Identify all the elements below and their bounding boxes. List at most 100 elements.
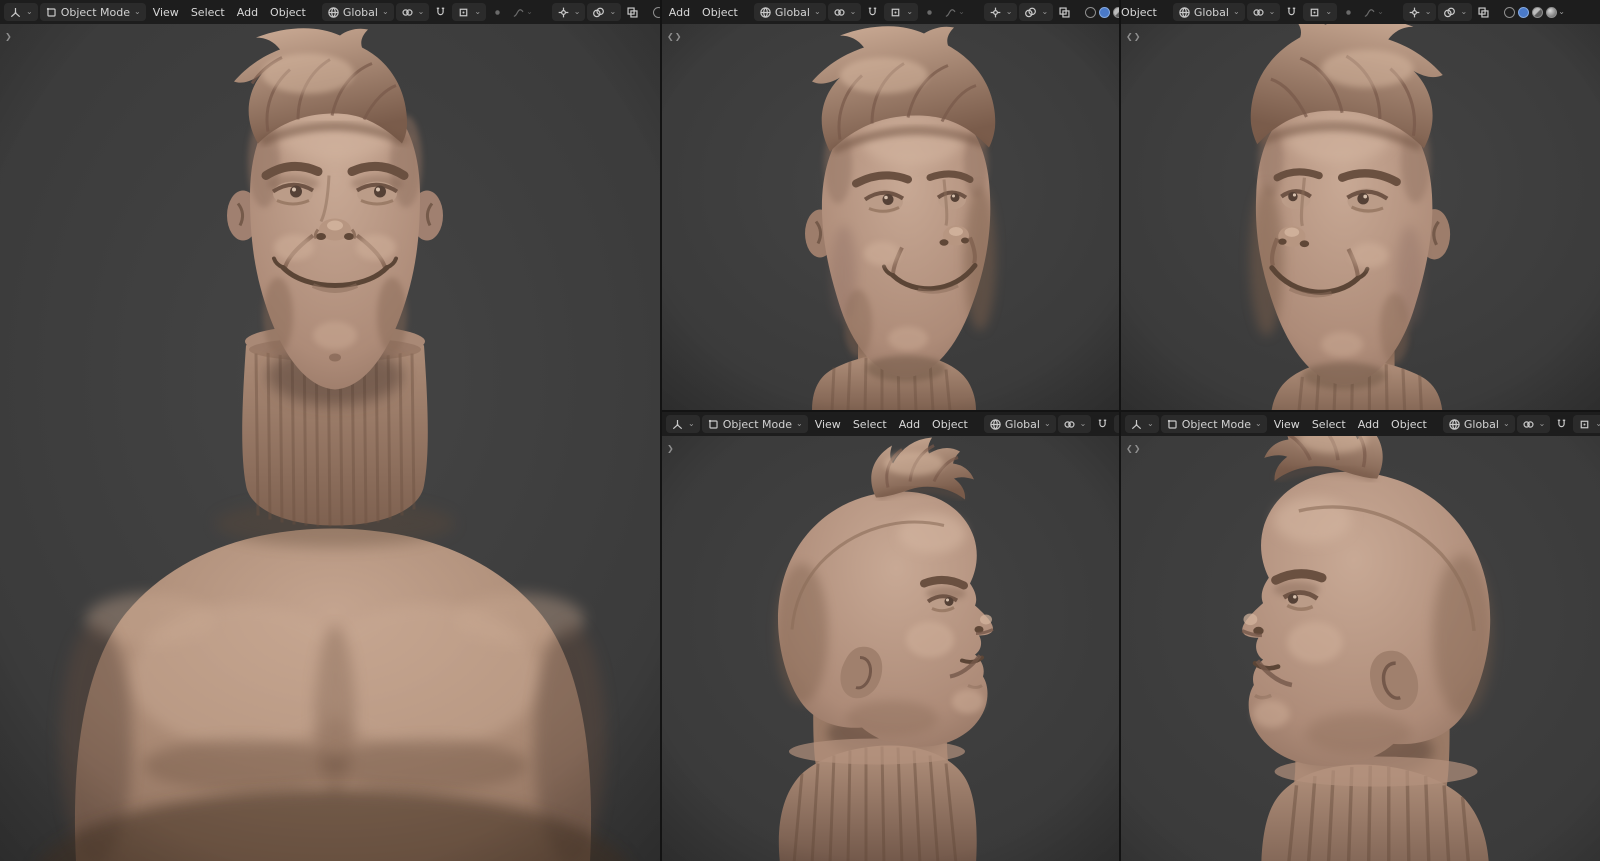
editor-type-button[interactable]: ⌄ [1125,415,1159,433]
pivot-point-icon [834,8,845,16]
menu-object[interactable]: Object [1386,416,1432,433]
viewport-shading-group: ⌄ [1501,6,1565,18]
toggle-xray-button[interactable] [623,4,642,21]
proportional-editing-toggle[interactable] [1339,4,1358,21]
transform-orientation-dropdown[interactable]: Global ⌄ [1172,3,1245,21]
snap-toggle[interactable] [863,4,882,21]
pivot-point-dropdown[interactable]: ⌄ [1246,3,1281,21]
editor-type-button[interactable]: ⌄ [666,415,700,433]
chevron-down-icon: ⌄ [474,7,482,16]
snap-settings-dropdown[interactable]: ⌄ [1303,3,1338,21]
editor-type-button[interactable]: ⌄ [4,3,38,21]
viewport-profile-right[interactable]: ❯ [662,436,1119,861]
pivot-point-dropdown[interactable]: ⌄ [827,3,862,21]
mode-dropdown[interactable]: Object Mode ⌄ [39,3,146,21]
region-expand-icon[interactable]: ❮❯ [667,32,682,41]
shading-rendered-button[interactable] [1546,6,1558,18]
proportional-editing-icon [927,9,932,15]
pivot-point-dropdown[interactable]: ⌄ [1516,415,1551,433]
transform-orientation-dropdown[interactable]: Global ⌄ [321,3,394,21]
orientation-label: Global [342,5,378,19]
viewport-profile-left[interactable]: ❮❯ [1121,436,1600,861]
area-front: ⌄ Object Mode ⌄ View Select Add Object G… [0,0,662,861]
menu-add[interactable]: Add [232,4,263,21]
sculpt-container [662,24,1119,410]
orientation-label: Global [1463,417,1499,431]
viewport-front[interactable]: ❯ [0,24,660,861]
chevron-down-icon: ⌄ [573,7,581,16]
viewport-header-profile-b: ⌄ Object Mode ⌄ View Select Add Object G… [1121,412,1600,436]
chevron-down-icon: ⌄ [1595,419,1600,428]
snap-magnet-icon [1099,419,1107,427]
region-expand-icon[interactable]: ❯ [5,32,13,41]
mode-label: Object Mode [60,5,130,19]
toggle-xray-button[interactable] [1055,4,1074,21]
proportional-editing-toggle[interactable] [920,4,939,21]
proportional-falloff-dropdown[interactable]: ⌄ [509,4,536,21]
sculpt-profile-view[interactable] [662,436,1119,861]
pivot-point-dropdown[interactable]: ⌄ [1057,415,1092,433]
show-overlays-dropdown[interactable]: ⌄ [1438,3,1473,21]
menu-add[interactable]: Add [664,4,695,21]
shading-wireframe-button[interactable] [1504,6,1516,18]
menu-add[interactable]: Add [894,416,925,433]
menu-select[interactable]: Select [848,416,892,433]
menu-object[interactable]: Object [697,4,743,21]
shading-solid-button[interactable] [1099,6,1111,18]
snap-settings-dropdown[interactable]: ⌄ [1114,415,1119,433]
shading-material-button[interactable] [1532,6,1544,18]
proportional-falloff-icon [945,8,956,17]
snap-toggle[interactable] [1282,4,1301,21]
shading-solid-button[interactable] [1518,6,1530,18]
menu-select[interactable]: Select [1307,416,1351,433]
show-overlays-dropdown[interactable]: ⌄ [1019,3,1054,21]
shading-material-button[interactable] [1113,6,1119,18]
region-expand-icon[interactable]: ❯ [667,444,675,453]
menu-view[interactable]: View [810,416,846,433]
mode-dropdown[interactable]: Object Mode ⌄ [1160,415,1267,433]
chevron-down-icon: ⌄ [609,7,617,16]
menu-add[interactable]: Add [1353,416,1384,433]
show-gizmo-dropdown[interactable]: ⌄ [983,3,1018,21]
transform-orientation-dropdown[interactable]: Global ⌄ [983,415,1056,433]
viewport-three-quarter-left[interactable]: ❮❯ [1121,24,1600,410]
snap-settings-dropdown[interactable]: ⌄ [1573,415,1600,433]
proportional-falloff-dropdown[interactable]: ⌄ [941,4,968,21]
snap-settings-dropdown[interactable]: ⌄ [452,3,487,21]
snap-toggle[interactable] [1093,416,1112,433]
menu-object[interactable]: Object [927,416,973,433]
show-gizmo-icon [558,7,569,17]
sculpt-front-view[interactable] [0,24,660,861]
snap-magnet-icon [437,7,445,15]
shading-wireframe-button[interactable] [653,6,660,18]
sculpt-profile-view[interactable] [1121,436,1600,861]
area-profile-b: ⌄ Object Mode ⌄ View Select Add Object G… [1121,412,1600,861]
sculpt-three-quarter-view[interactable] [1121,24,1600,410]
snap-toggle[interactable] [431,4,450,21]
proportional-editing-icon [1346,9,1351,15]
viewport-shading-group: ⌄ [1082,6,1119,18]
menu-object[interactable]: Object [265,4,311,21]
show-gizmo-dropdown[interactable]: ⌄ [1402,3,1437,21]
show-gizmo-dropdown[interactable]: ⌄ [551,3,586,21]
menu-view[interactable]: View [1269,416,1305,433]
proportional-editing-toggle[interactable] [488,4,507,21]
pivot-point-dropdown[interactable]: ⌄ [395,3,430,21]
viewport-three-quarter-right[interactable]: ❮❯ [662,24,1119,410]
menu-select[interactable]: Select [186,4,230,21]
toggle-xray-icon [1059,6,1070,18]
proportional-falloff-dropdown[interactable]: ⌄ [1360,4,1387,21]
menu-object[interactable]: Object [1121,4,1162,21]
shading-wireframe-button[interactable] [1085,6,1097,18]
show-overlays-dropdown[interactable]: ⌄ [587,3,622,21]
region-expand-icon[interactable]: ❮❯ [1126,444,1141,453]
mode-dropdown[interactable]: Object Mode ⌄ [701,415,808,433]
snap-toggle[interactable] [1552,416,1571,433]
toggle-xray-button[interactable] [1474,4,1493,21]
menu-view[interactable]: View [148,4,184,21]
region-expand-icon[interactable]: ❮❯ [1126,32,1141,41]
transform-orientation-dropdown[interactable]: Global ⌄ [753,3,826,21]
sculpt-three-quarter-view[interactable] [662,24,1119,410]
transform-orientation-dropdown[interactable]: Global ⌄ [1442,415,1515,433]
snap-settings-dropdown[interactable]: ⌄ [884,3,919,21]
